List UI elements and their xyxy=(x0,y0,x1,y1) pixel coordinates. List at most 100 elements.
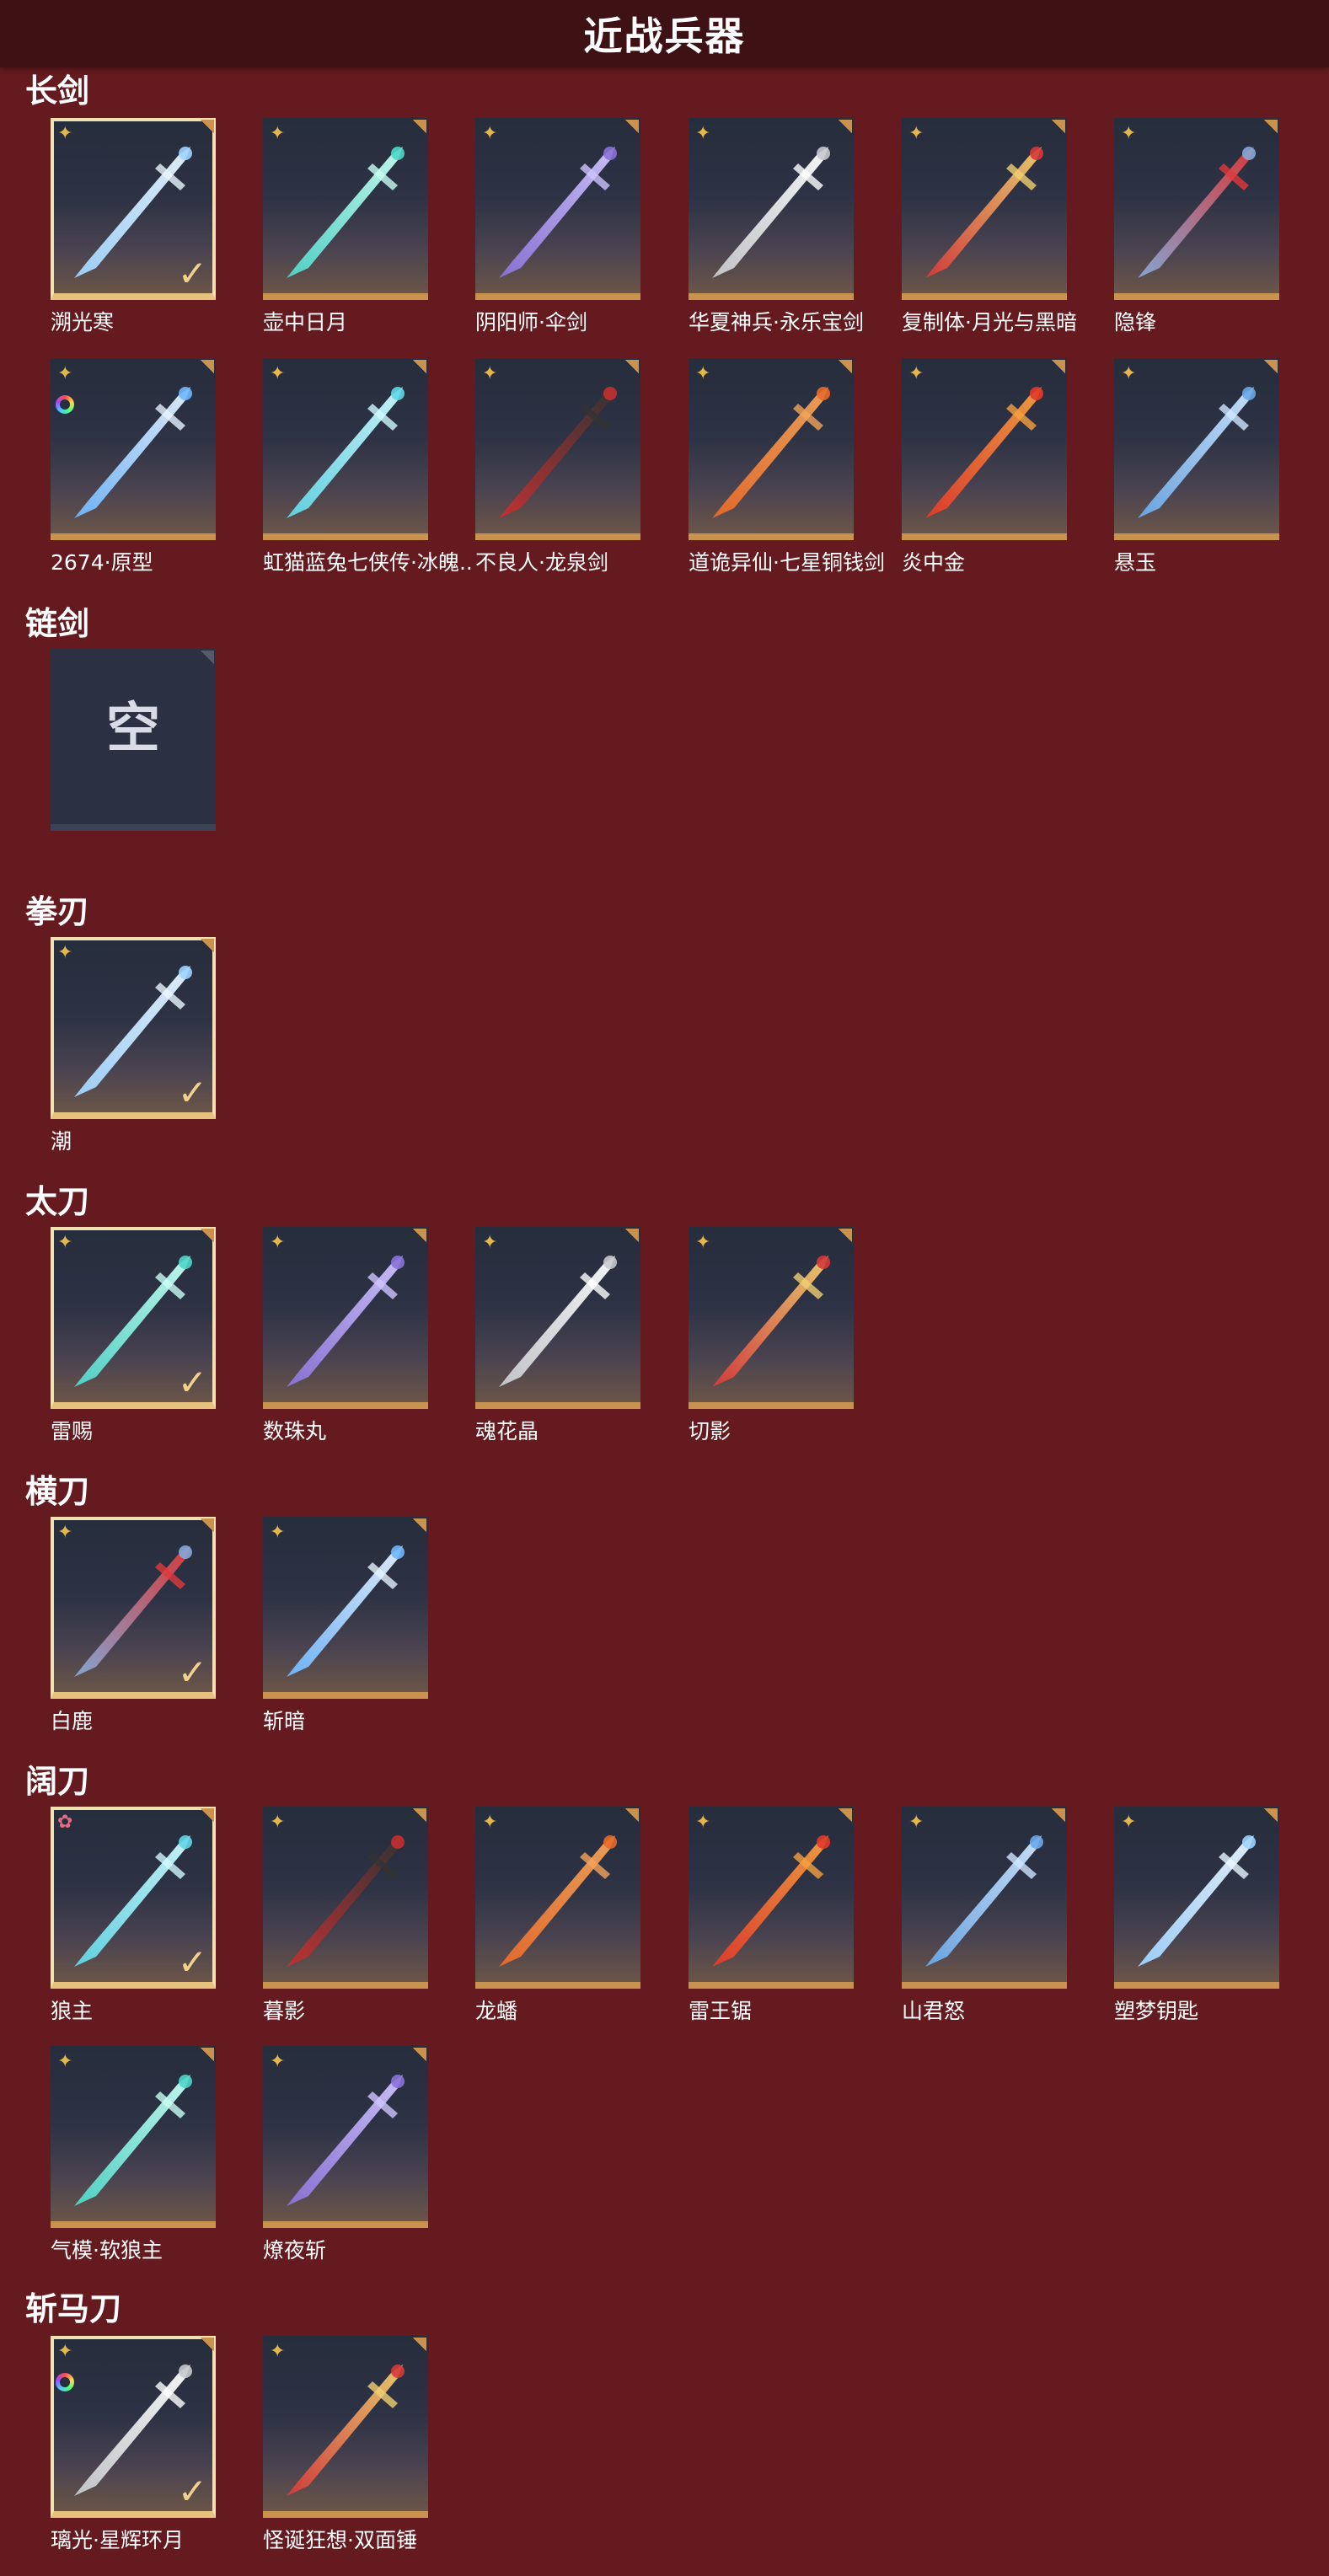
weapon-name: 白鹿 xyxy=(51,1709,94,1733)
weapon-card[interactable]: ✦ 雷王锯 xyxy=(689,1807,854,2023)
weapon-card[interactable]: ✦ 壶中日月 xyxy=(263,118,428,335)
weapon-card[interactable]: ✦ ✓ 潮 xyxy=(51,937,216,1154)
weapon-image xyxy=(59,2063,207,2215)
weapon-image xyxy=(697,1824,845,1975)
weapon-name: 不良人·龙泉剑 xyxy=(475,550,608,575)
weapon-card[interactable]: ✦ ✓ 璃光·星辉环月 xyxy=(51,2336,216,2552)
weapon-name: 数珠丸 xyxy=(263,1419,327,1443)
weapon-image xyxy=(484,1244,632,1395)
weapon-name: 魂花晶 xyxy=(475,1419,539,1443)
weapon-card[interactable]: ✦ 气模·软狼主 xyxy=(51,2046,216,2263)
weapon-card[interactable]: ✦ 暮影 xyxy=(263,1807,428,2023)
weapon-name: 怪诞狂想·双面锤 xyxy=(263,2528,417,2552)
weapon-card[interactable]: ✦ 怪诞狂想·双面锤 xyxy=(263,2336,428,2552)
check-icon: ✓ xyxy=(177,1362,207,1403)
check-icon: ✓ xyxy=(177,253,207,294)
corner-marker xyxy=(201,2338,214,2351)
check-icon: ✓ xyxy=(177,1941,207,1983)
weapon-card[interactable]: ✦ 斩暗 xyxy=(263,1517,428,1733)
corner-marker xyxy=(201,360,214,373)
weapon-card[interactable]: ✦ 虹猫蓝兔七侠传·冰魄.. xyxy=(263,358,473,575)
rarity-icon: ✦ xyxy=(908,123,924,144)
weapon-name: 2674·原型 xyxy=(51,550,153,575)
rarity-icon: ✦ xyxy=(695,363,711,384)
weapon-card[interactable]: ✦ 复制体·月光与黑暗 xyxy=(902,118,1077,335)
corner-marker xyxy=(625,360,639,373)
weapon-name: 雷王锯 xyxy=(689,1999,753,2023)
section-title-fist-blade: 拳刃 xyxy=(25,893,90,930)
rarity-icon: ✦ xyxy=(270,2051,286,2072)
rarity-icon: ✦ xyxy=(270,1232,286,1253)
weapon-image xyxy=(271,2353,420,2504)
weapon-image xyxy=(697,1244,845,1395)
weapon-card[interactable]: ✦ 炎中金 xyxy=(902,358,1067,575)
corner-marker xyxy=(625,1229,639,1242)
section-title-hengdao: 横刀 xyxy=(25,1473,90,1510)
weapon-card[interactable]: ✦ 悬玉 xyxy=(1114,358,1279,575)
weapon-card[interactable]: ✦ 2674·原型 xyxy=(51,358,216,575)
check-icon: ✓ xyxy=(177,1652,207,1693)
weapon-card[interactable]: ✦ 华夏神兵·永乐宝剑 xyxy=(689,118,864,335)
weapon-card[interactable]: ✦ 切影 xyxy=(689,1227,854,1443)
weapon-name: 塑梦钥匙 xyxy=(1114,1999,1199,2023)
weapon-card[interactable]: ✦ 数珠丸 xyxy=(263,1227,428,1443)
weapon-image xyxy=(484,1824,632,1975)
rarity-icon: ✦ xyxy=(1121,363,1137,384)
corner-marker xyxy=(201,1229,214,1242)
rarity-icon: ✦ xyxy=(695,1232,711,1253)
weapon-card[interactable]: ✦ 不良人·龙泉剑 xyxy=(475,358,640,575)
rarity-icon: ✦ xyxy=(908,363,924,384)
rarity-icon: ✦ xyxy=(270,363,286,384)
weapon-name: 阴阳师·伞剑 xyxy=(475,310,587,335)
weapon-card[interactable]: ✦ ✓ 溯光寒 xyxy=(51,118,216,335)
section-title-zhanmadao: 斩马刀 xyxy=(25,2290,122,2327)
weapon-card-empty[interactable]: 空 xyxy=(51,649,216,841)
weapon-image xyxy=(910,135,1058,287)
weapon-image xyxy=(271,1824,420,1975)
weapon-image xyxy=(271,1244,420,1395)
weapon-image xyxy=(1123,1824,1271,1975)
weapon-card[interactable]: ✦ 魂花晶 xyxy=(475,1227,640,1443)
corner-marker xyxy=(839,1808,852,1822)
rarity-icon: ✦ xyxy=(57,942,73,963)
weapon-image xyxy=(1123,135,1271,287)
rarity-icon: ✦ xyxy=(57,363,73,384)
weapon-card[interactable]: ✦ 隐锋 xyxy=(1114,118,1279,335)
empty-slot-text: 空 xyxy=(106,698,160,760)
weapon-name: 暮影 xyxy=(263,1999,306,2023)
weapon-card[interactable]: ✿ ✓ 狼主 xyxy=(51,1807,216,2023)
rarity-icon: ✦ xyxy=(270,1522,286,1543)
weapon-card[interactable]: ✦ 龙蟠 xyxy=(475,1807,640,2023)
rarity-icon: ✦ xyxy=(1121,123,1137,144)
weapon-name: 复制体·月光与黑暗 xyxy=(902,310,1077,335)
weapon-image xyxy=(697,135,845,287)
corner-marker xyxy=(1052,360,1065,373)
rarity-icon: ✦ xyxy=(57,1232,73,1253)
section-title-long-sword: 长剑 xyxy=(25,72,90,110)
corner-marker xyxy=(201,651,214,664)
weapon-card[interactable]: ✦ 山君怒 xyxy=(902,1807,1067,2023)
weapon-image xyxy=(910,1824,1058,1975)
color-wheel-icon xyxy=(56,2373,74,2391)
corner-marker xyxy=(413,1229,426,1242)
section-title-katana: 太刀 xyxy=(25,1183,90,1220)
rarity-icon: ✦ xyxy=(695,1812,711,1833)
weapon-card[interactable]: ✦ 塑梦钥匙 xyxy=(1114,1807,1279,2023)
weapon-card[interactable]: ✦ ✓ 白鹿 xyxy=(51,1517,216,1733)
weapon-name: 潮 xyxy=(51,1129,72,1154)
corner-marker xyxy=(625,1808,639,1822)
weapon-name: 燎夜斩 xyxy=(263,2238,327,2263)
rarity-icon: ✦ xyxy=(57,1522,73,1543)
weapon-card[interactable]: ✦ ✓ 雷赐 xyxy=(51,1227,216,1443)
corner-marker xyxy=(1264,360,1278,373)
weapon-card[interactable]: ✦ 燎夜斩 xyxy=(263,2046,428,2263)
weapon-image xyxy=(271,375,420,527)
weapon-card[interactable]: ✦ 道诡异仙·七星铜钱剑 xyxy=(689,358,885,575)
rarity-icon: ✦ xyxy=(482,1232,498,1253)
section-title-broadsword: 阔刀 xyxy=(25,1763,90,1800)
weapon-image xyxy=(484,135,632,287)
section-title-chain-sword: 链剑 xyxy=(25,605,90,642)
weapon-card[interactable]: ✦ 阴阳师·伞剑 xyxy=(475,118,640,335)
rarity-icon: ✿ xyxy=(57,1812,73,1833)
rarity-icon: ✦ xyxy=(57,2341,73,2362)
